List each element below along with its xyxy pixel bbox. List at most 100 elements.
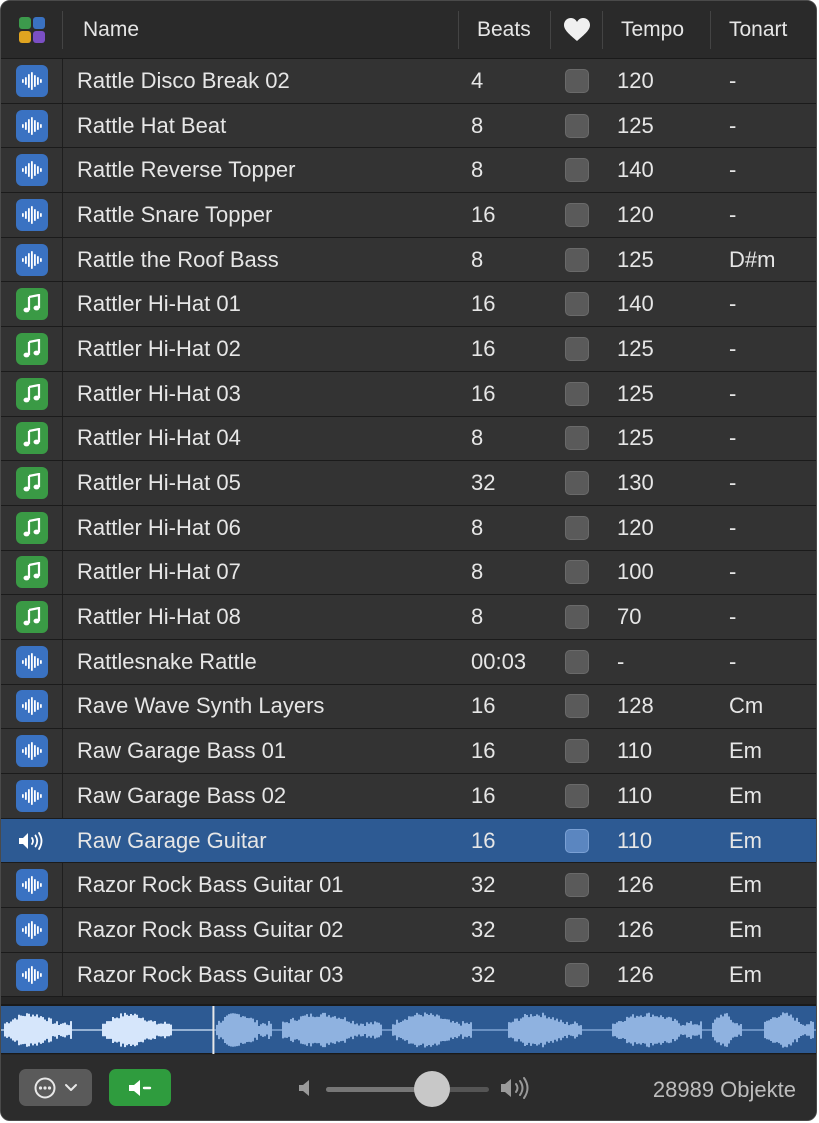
favorite-checkbox[interactable] [565, 873, 589, 898]
row-name: Rattle Reverse Topper [77, 157, 296, 183]
table-row[interactable]: Rattler Hi-Hat 02 16 125 - [1, 327, 816, 372]
table-row[interactable]: Rattler Hi-Hat 08 8 70 - [1, 595, 816, 640]
row-beats: 32 [471, 916, 496, 942]
row-beats: 16 [471, 380, 496, 406]
table-row[interactable]: Rave Wave Synth Layers 16 128 Cm [1, 684, 816, 730]
row-type-cell [1, 237, 63, 282]
row-tempo: 125 [617, 335, 654, 361]
table-row[interactable]: Rattle the Roof Bass 8 125 D#m [1, 237, 816, 283]
loop-type-badge [15, 779, 48, 812]
favorite-checkbox[interactable] [565, 694, 589, 719]
volume-slider[interactable] [326, 1071, 489, 1107]
favorite-checkbox[interactable] [565, 471, 589, 496]
favorite-checkbox[interactable] [565, 336, 589, 361]
row-name: Rattle Snare Topper [77, 201, 273, 227]
table-row[interactable]: Rattler Hi-Hat 06 8 120 - [1, 505, 816, 551]
favorite-checkbox[interactable] [565, 158, 589, 183]
row-key: - [729, 157, 737, 183]
loop-type-badge [15, 154, 48, 187]
audio-waveform-icon [21, 697, 42, 716]
table-row[interactable]: Rattler Hi-Hat 04 8 125 - [1, 416, 816, 462]
table-row[interactable]: Rattlesnake Rattle 00:03 - - [1, 639, 816, 685]
header-tempo[interactable]: Tempo [603, 1, 711, 59]
table-row[interactable]: Razor Rock Bass Guitar 01 32 126 Em [1, 863, 816, 909]
row-favorite-cell [551, 873, 603, 898]
row-key: Em [729, 961, 762, 987]
row-favorite-cell [551, 336, 603, 361]
preview-sound-button[interactable] [109, 1069, 171, 1106]
favorite-checkbox[interactable] [565, 605, 589, 630]
table-row[interactable]: Raw Garage Guitar 16 110 Em [1, 818, 816, 864]
heart-icon [564, 17, 590, 41]
header-key[interactable]: Tonart [711, 1, 816, 59]
music-note-icon [23, 607, 40, 626]
row-key: - [729, 380, 737, 406]
row-favorite-cell [551, 471, 603, 496]
row-key: Em [729, 738, 762, 764]
loop-type-badge [15, 243, 48, 276]
table-row[interactable]: Rattler Hi-Hat 03 16 125 - [1, 371, 816, 417]
table-row[interactable]: Rattle Hat Beat 8 125 - [1, 103, 816, 149]
favorite-checkbox[interactable] [565, 649, 589, 674]
speaker-preview-icon [129, 1079, 152, 1096]
table-row[interactable]: Rattler Hi-Hat 01 16 140 - [1, 282, 816, 328]
table-row[interactable]: Rattle Disco Break 02 4 120 - [1, 59, 816, 104]
audio-waveform-icon [21, 786, 42, 805]
favorite-checkbox[interactable] [565, 962, 589, 987]
column-header: Name Beats Tempo Tonart [1, 1, 816, 59]
favorite-checkbox[interactable] [565, 292, 589, 317]
favorite-checkbox[interactable] [565, 783, 589, 808]
favorite-checkbox[interactable] [565, 560, 589, 585]
music-note-icon [23, 473, 40, 492]
header-beats[interactable]: Beats [459, 1, 551, 59]
music-note-icon [23, 338, 40, 358]
favorite-checkbox[interactable] [565, 381, 589, 406]
row-type-cell [1, 282, 63, 327]
row-name: Rattler Hi-Hat 03 [77, 380, 241, 406]
row-favorite-cell [551, 739, 603, 764]
table-row[interactable]: Rattle Snare Topper 16 120 - [1, 193, 816, 238]
favorite-checkbox[interactable] [565, 739, 589, 764]
table-row[interactable]: Razor Rock Bass Guitar 03 32 126 Em [1, 952, 816, 998]
item-count: 28989 Objekte [652, 1077, 796, 1102]
table-row[interactable]: Rattle Reverse Topper 8 140 - [1, 148, 816, 194]
table-row[interactable]: Razor Rock Bass Guitar 02 32 126 Em [1, 908, 816, 953]
row-tempo: - [617, 648, 625, 674]
favorite-checkbox[interactable] [565, 202, 589, 227]
loop-type-badge [15, 198, 48, 231]
table-row[interactable]: Raw Garage Bass 02 16 110 Em [1, 774, 816, 819]
row-type-cell [1, 908, 63, 952]
row-beats: 16 [471, 201, 496, 227]
speaker-low-icon [299, 1080, 309, 1096]
waveform-preview[interactable] [1, 1004, 816, 1054]
header-type-column[interactable] [1, 1, 63, 59]
loop-type-badge [15, 377, 48, 410]
header-favorite[interactable] [551, 1, 603, 59]
table-row[interactable]: Rattler Hi-Hat 07 8 100 - [1, 550, 816, 596]
row-key: Em [729, 916, 762, 942]
row-type-cell [1, 595, 63, 639]
row-name: Rattler Hi-Hat 05 [77, 470, 241, 496]
favorite-checkbox[interactable] [565, 917, 589, 942]
row-name: Raw Garage Bass 01 [77, 738, 287, 764]
row-key: - [729, 559, 737, 585]
favorite-checkbox[interactable] [565, 247, 589, 272]
loop-type-badge [15, 467, 48, 500]
volume-slider-knob[interactable] [413, 1071, 450, 1107]
table-row[interactable]: Rattler Hi-Hat 05 32 130 - [1, 461, 816, 506]
favorite-checkbox[interactable] [565, 828, 589, 853]
header-name[interactable]: Name [63, 1, 459, 59]
row-favorite-cell [551, 783, 603, 808]
audio-waveform-icon [21, 965, 42, 984]
favorite-checkbox[interactable] [565, 515, 589, 540]
table-row[interactable]: Raw Garage Bass 01 16 110 Em [1, 729, 816, 774]
row-name: Rave Wave Synth Layers [77, 693, 325, 719]
favorite-checkbox[interactable] [565, 426, 589, 451]
favorite-checkbox[interactable] [565, 113, 589, 138]
row-key: - [729, 335, 737, 361]
ellipsis-circle-icon [34, 1077, 55, 1098]
loop-type-badge [15, 601, 48, 634]
favorite-checkbox[interactable] [565, 68, 589, 93]
loop-type-badge [15, 332, 48, 365]
more-options-button[interactable] [19, 1069, 92, 1106]
